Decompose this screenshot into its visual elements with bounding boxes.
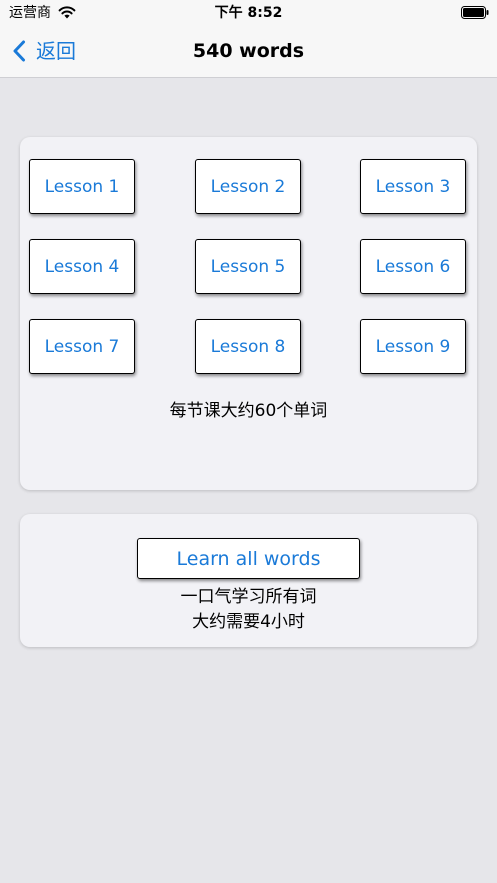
all-words-note-line2: 大约需要4小时 [192, 612, 305, 632]
lesson-6-button[interactable]: Lesson 6 [360, 239, 466, 294]
lesson-2-button[interactable]: Lesson 2 [195, 159, 301, 214]
learn-all-words-button[interactable]: Learn all words [137, 538, 360, 579]
lesson-1-button[interactable]: Lesson 1 [29, 159, 135, 214]
lessons-note: 每节课大约60个单词 [169, 401, 328, 421]
all-words-card: Learn all words 一口气学习所有词 大约需要4小时 [20, 514, 477, 647]
status-bar: 运营商 下午 8:52 [0, 0, 497, 26]
back-button[interactable]: 返回 [12, 36, 76, 66]
lessons-card: Lesson 1 Lesson 2 Lesson 3 Lesson 4 Less… [20, 137, 477, 490]
lesson-7-button[interactable]: Lesson 7 [29, 319, 135, 374]
lesson-3-button[interactable]: Lesson 3 [360, 159, 466, 214]
status-time: 下午 8:52 [214, 5, 283, 21]
battery-icon [461, 6, 489, 19]
lesson-9-button[interactable]: Lesson 9 [360, 319, 466, 374]
navigation-bar: 返回 540 words [0, 26, 497, 78]
back-button-label: 返回 [36, 39, 76, 63]
lesson-8-button[interactable]: Lesson 8 [195, 319, 301, 374]
lesson-4-button[interactable]: Lesson 4 [29, 239, 135, 294]
page-title: 540 words [192, 40, 305, 62]
lesson-5-button[interactable]: Lesson 5 [195, 239, 301, 294]
all-words-note-line1: 一口气学习所有词 [180, 587, 317, 607]
chevron-left-icon [13, 40, 25, 62]
